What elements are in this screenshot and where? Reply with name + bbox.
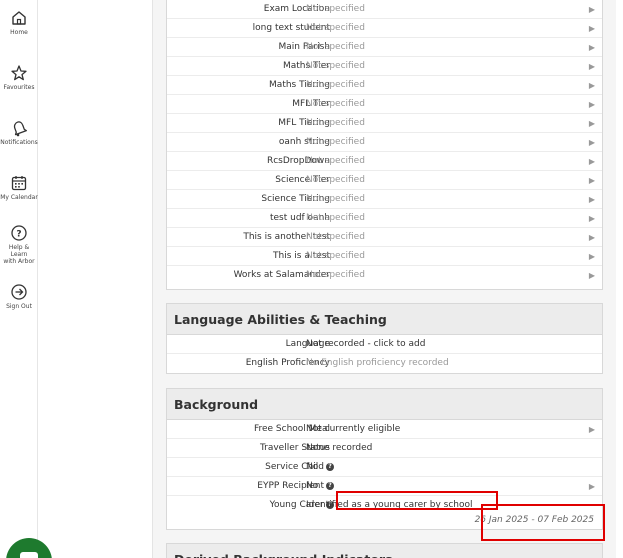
row-label: EYPP Recipient? [257, 477, 334, 496]
sign-out-icon [11, 284, 27, 300]
arrow-right-icon[interactable]: ▶ [589, 420, 595, 439]
home-icon [12, 11, 26, 25]
udf-row[interactable]: This is a test Not specified ▶ [167, 247, 602, 266]
calendar-icon [11, 176, 27, 191]
udf-row[interactable]: Main Parish Not specified ▶ [167, 38, 602, 57]
sidebar: Home Favourites Notifications My Calenda… [0, 0, 38, 558]
arrow-right-icon[interactable]: ▶ [589, 76, 595, 95]
row-value: Not specified [306, 99, 365, 109]
arrow-right-icon[interactable]: ▶ [589, 0, 595, 19]
row-value: Not specified [306, 4, 365, 14]
udf-row[interactable]: test udf oanh Not specified ▶ [167, 209, 602, 228]
arrow-right-icon[interactable]: ▶ [589, 19, 595, 38]
help-icon[interactable]: ? [326, 462, 334, 471]
svg-text:?: ? [16, 230, 21, 240]
row-value: Not specified [306, 42, 365, 52]
row-value: Not specified [306, 213, 365, 223]
nav-home-label: Home [10, 29, 28, 36]
udf-row[interactable]: Science Tier Not specified ▶ [167, 171, 602, 190]
row-value: Not currently eligible [306, 424, 401, 434]
free-school-meal-row[interactable]: Free School Meal Not currently eligible ▶ [167, 420, 602, 439]
row-value: Not specified [306, 270, 365, 280]
arrow-right-icon[interactable]: ▶ [589, 133, 595, 152]
service-child-row[interactable]: Service Child? No [167, 458, 602, 477]
user-defined-fields-section: Exam Location Not specified ▶ long text st… [166, 0, 603, 290]
arrow-right-icon[interactable]: ▶ [589, 38, 595, 57]
language-section-title: Language Abilities & Teaching [167, 304, 602, 335]
nav-help-label-2: with Arbor [3, 258, 35, 265]
row-value: Not specified [306, 118, 365, 128]
arrow-right-icon[interactable]: ▶ [589, 228, 595, 247]
arrow-right-icon[interactable]: ▶ [589, 57, 595, 76]
help-icon[interactable]: ? [326, 481, 334, 490]
udf-row[interactable]: MFL Tier Not specified ▶ [167, 95, 602, 114]
row-value: Not specified [306, 251, 365, 261]
help-icon: ? [11, 225, 27, 241]
language-section: Language Abilities & Teaching Language No… [166, 303, 603, 374]
udf-row[interactable]: long text student Not specified ▶ [167, 19, 602, 38]
row-value: No [306, 462, 319, 472]
row-value: Not specified [306, 194, 365, 204]
arrow-right-icon[interactable]: ▶ [589, 247, 595, 266]
arrow-right-icon[interactable]: ▶ [589, 95, 595, 114]
udf-row[interactable]: Exam Location Not specified ▶ [167, 0, 602, 19]
row-value: Not specified [306, 156, 365, 166]
derived-section-title: Derived Background Indicators [167, 544, 602, 558]
young-carer-value-highlight [336, 491, 498, 510]
row-value: Not specified [306, 80, 365, 90]
row-value: Not recorded - click to add [306, 339, 426, 349]
row-value: Not specified [306, 137, 365, 147]
nav-favourites-label: Favourites [3, 84, 35, 91]
row-value: Not specified [306, 232, 365, 242]
arrow-right-icon[interactable]: ▶ [589, 190, 595, 209]
row-value: No English proficiency recorded [306, 358, 449, 368]
nav-sign-out[interactable]: Sign Out [0, 283, 38, 310]
traveller-status-row[interactable]: Traveller Status None recorded [167, 439, 602, 458]
row-value: Not specified [306, 23, 365, 33]
bell-icon [13, 121, 27, 137]
arrow-right-icon[interactable]: ▶ [589, 266, 595, 285]
nav-notifications-label: Notifications [0, 139, 38, 146]
nav-calendar-label: My Calendar [0, 194, 38, 201]
udf-row[interactable]: Maths Tiering Not specified ▶ [167, 76, 602, 95]
nav-help[interactable]: ? Help & Learn with Arbor [0, 224, 38, 265]
udf-row[interactable]: This is another test Not specified ▶ [167, 228, 602, 247]
nav-sign-out-label: Sign Out [6, 303, 32, 310]
arrow-right-icon[interactable]: ▶ [589, 171, 595, 190]
row-value: Not specified [306, 61, 365, 71]
udf-row[interactable]: RcsDropDown Not specified ▶ [167, 152, 602, 171]
row-value: No [306, 481, 319, 491]
nav-notifications[interactable]: Notifications [0, 119, 38, 146]
chat-icon [20, 552, 38, 558]
row-value: Not specified [306, 175, 365, 185]
language-row[interactable]: Language Not recorded - click to add [167, 335, 602, 354]
udf-row[interactable]: Maths Tier Not specified ▶ [167, 57, 602, 76]
udf-row[interactable]: Science Tiering Not specified ▶ [167, 190, 602, 209]
nav-favourites[interactable]: Favourites [0, 64, 38, 91]
nav-help-label-1: Help & Learn [8, 244, 30, 258]
derived-background-section: Derived Background Indicators [166, 543, 603, 558]
arrow-right-icon[interactable]: ▶ [589, 209, 595, 228]
date-range-highlight [481, 504, 605, 541]
star-icon [11, 65, 27, 81]
english-proficiency-row[interactable]: English Proficiency No English proficienc… [167, 354, 602, 373]
nav-calendar[interactable]: My Calendar [0, 174, 38, 201]
arrow-right-icon[interactable]: ▶ [589, 477, 595, 496]
udf-row[interactable]: Works at Salamander Not specified ▶ [167, 266, 602, 285]
row-value: None recorded [306, 443, 373, 453]
arrow-right-icon[interactable]: ▶ [589, 152, 595, 171]
udf-row[interactable]: MFL Tiering Not specified ▶ [167, 114, 602, 133]
nav-home[interactable]: Home [0, 9, 38, 36]
arrow-right-icon[interactable]: ▶ [589, 114, 595, 133]
row-label: Service Child? [265, 458, 334, 477]
background-section-title: Background [167, 389, 602, 420]
udf-row[interactable]: oanh string Not specified ▶ [167, 133, 602, 152]
